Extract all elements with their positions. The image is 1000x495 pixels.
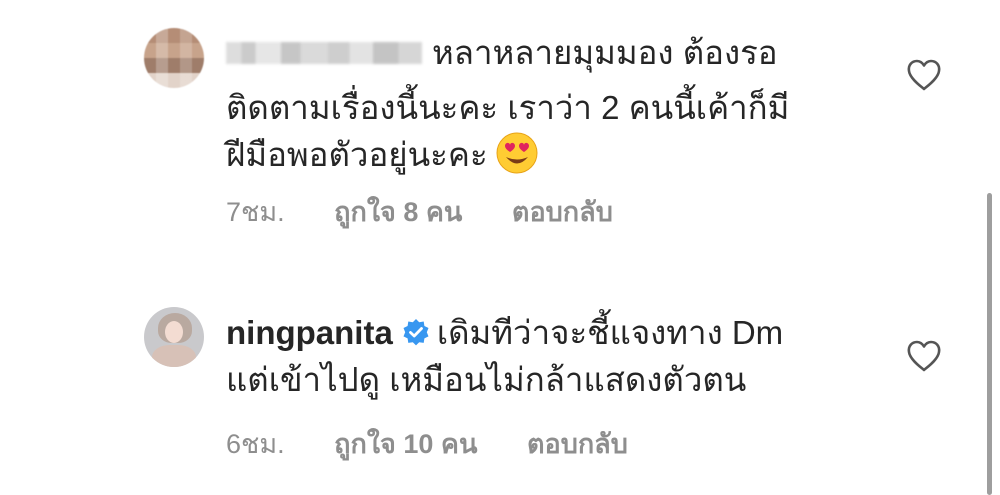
- avatar[interactable]: [144, 307, 204, 367]
- likes-count-link[interactable]: ถูกใจ 10 คน: [334, 429, 477, 459]
- blurred-username[interactable]: [226, 42, 422, 64]
- avatar[interactable]: [144, 28, 204, 88]
- comment-text-line: หลาหลายมุมมอง ต้องรอ: [432, 34, 778, 71]
- comment-first-line: ningpanita เดิมทีว่าจะชี้แจงทาง Dm: [226, 313, 783, 353]
- comment-text-line: แต่เข้าไปดู เหมือนไม่กล้าแสดงตัวตน: [226, 361, 747, 398]
- scrollbar[interactable]: [987, 193, 992, 495]
- comment-meta: 7ชม. ถูกใจ 8 คน ตอบกลับ: [226, 196, 613, 228]
- comment-meta: 6ชม. ถูกใจ 10 คน ตอบกลับ: [226, 428, 628, 460]
- username-link[interactable]: ningpanita: [226, 314, 393, 351]
- heart-eyes-emoji: [496, 132, 538, 174]
- comment-text-line: เดิมทีว่าจะชี้แจงทาง Dm: [436, 314, 784, 351]
- comment-text-line-wrap: ฝีมือพอตัวอยู่นะคะ: [226, 132, 538, 175]
- comment-time: 7ชม.: [226, 197, 285, 227]
- reply-button[interactable]: ตอบกลับ: [512, 197, 613, 227]
- reply-button[interactable]: ตอบกลับ: [527, 429, 628, 459]
- comment-thread: หลาหลายมุมมอง ต้องรอ ติดตามเรื่องนี้นะคะ…: [0, 0, 1000, 495]
- comment-text-line: ฝีมือพอตัวอยู่นะคะ: [226, 136, 488, 173]
- verified-badge-icon: [403, 319, 429, 346]
- comment-text-line: ติดตามเรื่องนี้นะคะ เราว่า 2 คนนี้เค้าก็…: [226, 89, 790, 126]
- likes-count-link[interactable]: ถูกใจ 8 คน: [334, 197, 462, 227]
- heart-outline-icon[interactable]: [906, 58, 942, 92]
- heart-outline-icon[interactable]: [906, 339, 942, 373]
- comment-time: 6ชม.: [226, 429, 285, 459]
